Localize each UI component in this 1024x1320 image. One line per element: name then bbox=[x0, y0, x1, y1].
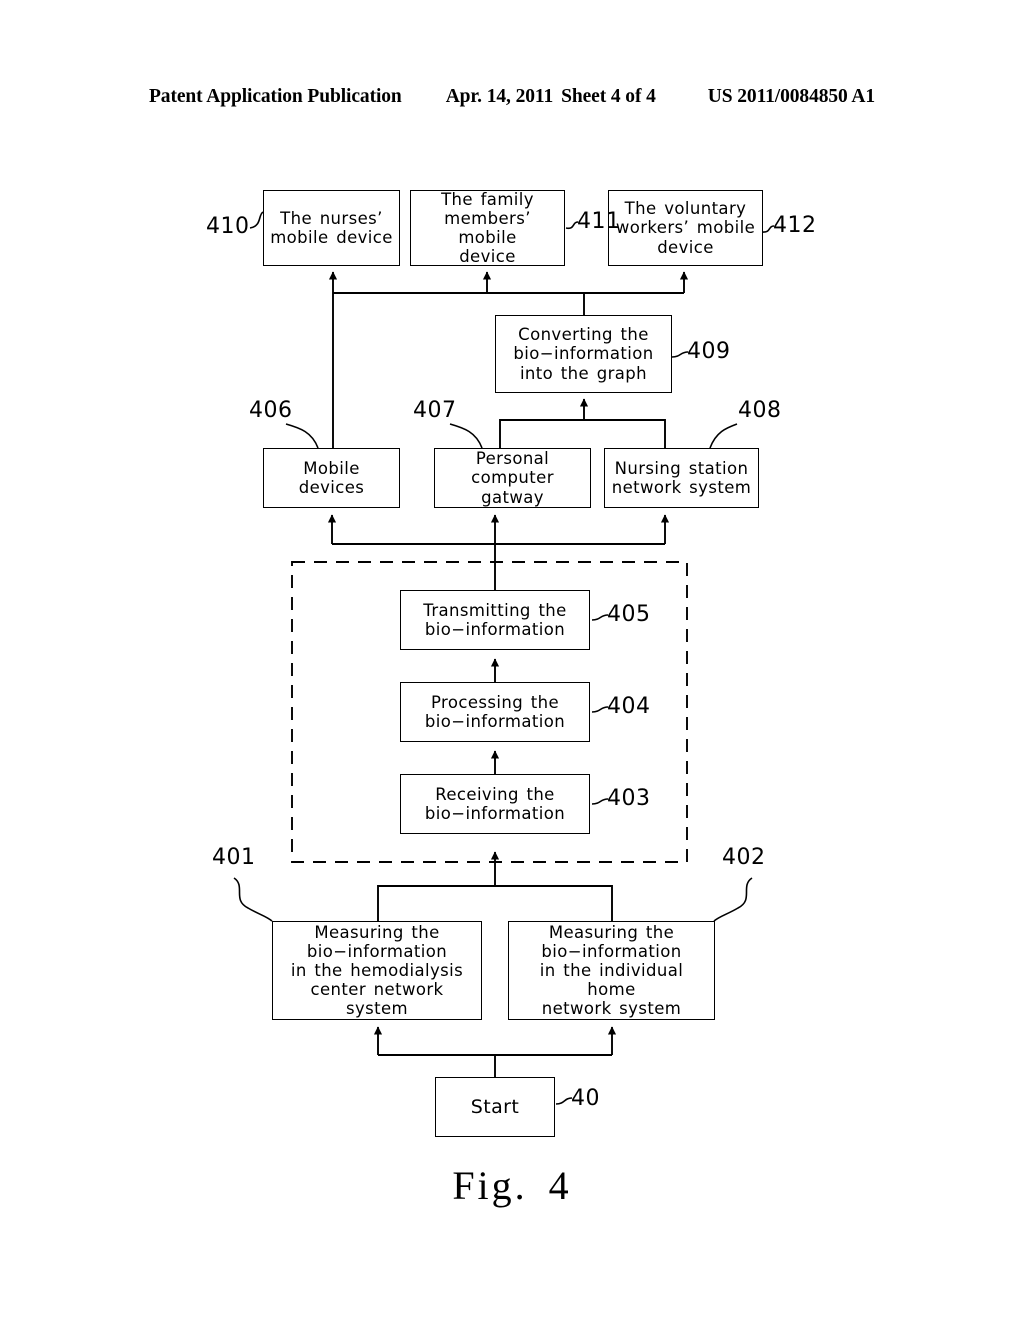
leader-404 bbox=[591, 706, 609, 713]
ref-numeral-405: 405 bbox=[607, 602, 651, 627]
node-measuring-individual-home[interactable]: Measuring the bio−information in the ind… bbox=[508, 921, 715, 1020]
node-personal-computer-gateway[interactable]: Personal computer gatway bbox=[434, 448, 591, 508]
node-mobile-devices[interactable]: Mobile devices bbox=[263, 448, 400, 508]
leader-409 bbox=[671, 351, 689, 358]
leader-408 bbox=[709, 423, 738, 449]
ref-numeral-411: 411 bbox=[577, 209, 621, 234]
leader-410 bbox=[249, 211, 264, 229]
leader-401 bbox=[233, 877, 273, 922]
node-start[interactable]: Start bbox=[435, 1077, 555, 1137]
node-measuring-hemodialysis-center[interactable]: Measuring the bio−information in the hem… bbox=[272, 921, 482, 1020]
ref-numeral-412: 412 bbox=[773, 213, 817, 238]
leader-40 bbox=[555, 1097, 573, 1105]
ref-numeral-409: 409 bbox=[687, 339, 731, 364]
ref-numeral-410: 410 bbox=[206, 214, 250, 239]
ref-numeral-401: 401 bbox=[212, 845, 256, 870]
ref-numeral-408: 408 bbox=[738, 398, 782, 423]
bracket-407-408 bbox=[499, 419, 666, 448]
node-family-members-mobile-device[interactable]: The family members’ mobile device bbox=[410, 190, 565, 266]
node-voluntary-workers-mobile-device[interactable]: The voluntary workers’ mobile device bbox=[608, 190, 763, 266]
node-nurses-mobile-device[interactable]: The nurses’ mobile device bbox=[263, 190, 400, 266]
node-converting-bio-information-into-graph[interactable]: Converting the bio−information into the … bbox=[495, 315, 672, 393]
node-processing-bio-information[interactable]: Processing the bio−information bbox=[400, 682, 590, 742]
leader-406 bbox=[285, 423, 319, 449]
node-receiving-bio-information[interactable]: Receiving the bio−information bbox=[400, 774, 590, 834]
ref-numeral-40: 40 bbox=[571, 1086, 600, 1111]
leader-407 bbox=[449, 423, 483, 449]
ref-numeral-403: 403 bbox=[607, 786, 651, 811]
leader-405 bbox=[591, 614, 609, 621]
node-nursing-station-network-system[interactable]: Nursing station network system bbox=[604, 448, 759, 508]
bracket-401-402 bbox=[377, 885, 613, 921]
leader-403 bbox=[591, 798, 609, 805]
figure-caption: Fig. 4 bbox=[452, 1163, 572, 1208]
ref-numeral-407: 407 bbox=[413, 398, 457, 423]
ref-numeral-402: 402 bbox=[722, 845, 766, 870]
ref-numeral-406: 406 bbox=[249, 398, 293, 423]
leader-402 bbox=[713, 877, 753, 922]
ref-numeral-404: 404 bbox=[607, 694, 651, 719]
node-transmitting-bio-information[interactable]: Transmitting the bio−information bbox=[400, 590, 590, 650]
patent-figure-page: Patent Application Publication Apr. 14, … bbox=[0, 0, 1024, 1320]
